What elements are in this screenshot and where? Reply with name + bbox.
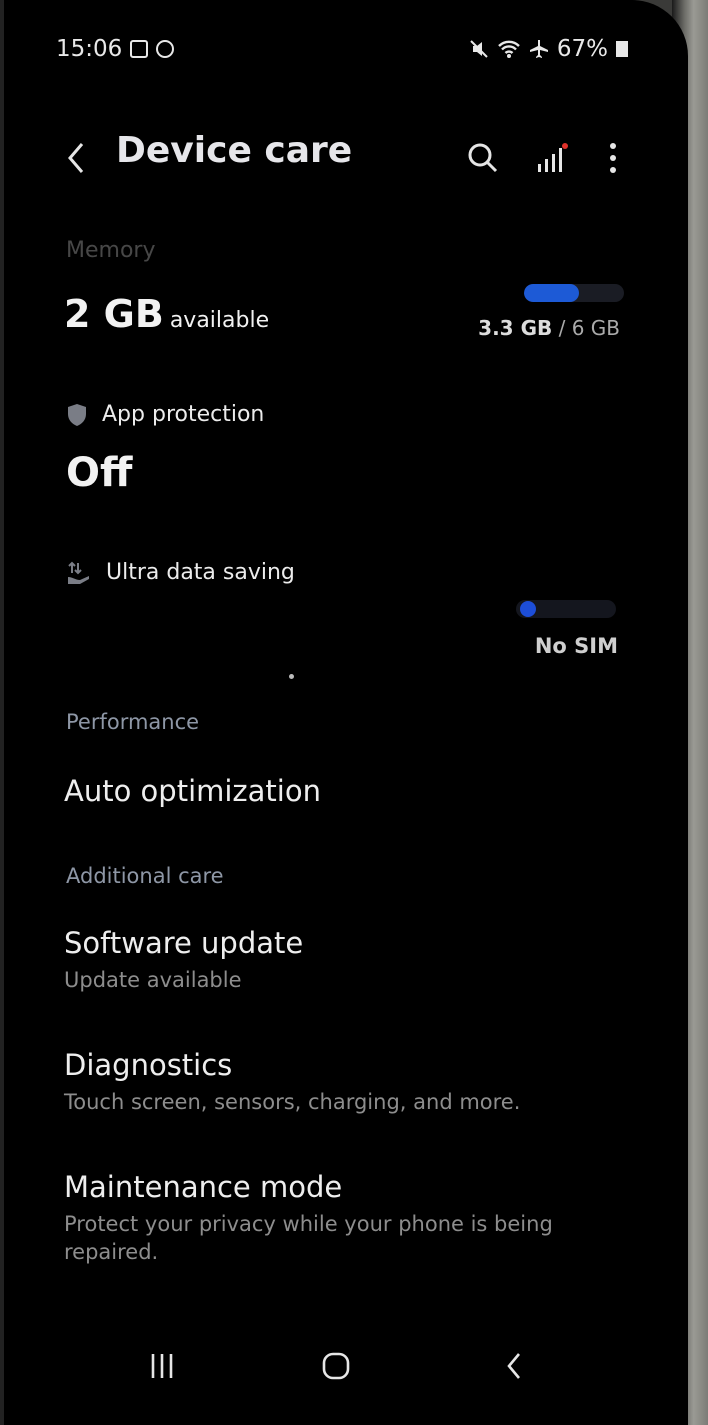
memory-total: 6 GB — [571, 316, 620, 340]
page-title: Device care — [116, 130, 353, 171]
memory-available-value: 2 GB — [64, 292, 164, 336]
signal-button[interactable] — [526, 132, 576, 184]
maintenance-mode-title: Maintenance mode — [64, 1170, 343, 1204]
memory-usage-bar — [524, 284, 624, 302]
search-icon — [468, 143, 498, 173]
memory-usage-text: 3.3 GB / 6 GB — [478, 316, 620, 340]
recents-icon — [151, 1354, 173, 1378]
back-icon — [507, 1353, 520, 1379]
data-saving-dot — [520, 601, 536, 617]
software-update-title: Software update — [64, 926, 304, 960]
more-options-button[interactable] — [588, 132, 638, 184]
memory-usage-fill — [524, 284, 579, 302]
navigation-bar — [4, 1332, 688, 1402]
data-saving-bar — [516, 600, 616, 618]
software-update-item[interactable]: Software update Update available — [64, 926, 303, 994]
nav-back-button[interactable] — [492, 1340, 536, 1392]
recents-button[interactable] — [140, 1340, 184, 1392]
app-protection-label: App protection — [102, 402, 265, 427]
wifi-icon — [498, 40, 520, 58]
sim-status: No SIM — [534, 634, 618, 658]
circle-notification-icon — [156, 40, 175, 58]
battery-percent: 67% — [556, 36, 608, 62]
status-time: 15:06 — [56, 36, 123, 62]
maintenance-mode-subtitle: Protect your privacy while your phone is… — [64, 1212, 553, 1265]
additional-care-header: Additional care — [66, 864, 224, 888]
memory-used: 3.3 GB — [478, 316, 553, 340]
performance-header: Performance — [66, 710, 200, 734]
auto-optimization-title: Auto optimization — [64, 774, 321, 808]
app-protection-card[interactable]: App protection — [66, 402, 264, 427]
home-button[interactable] — [314, 1340, 358, 1392]
app-bar: Device care — [4, 122, 688, 186]
diagnostics-item[interactable]: Diagnostics Touch screen, sensors, charg… — [64, 1048, 520, 1116]
home-icon — [322, 1352, 350, 1380]
maintenance-mode-item[interactable]: Maintenance mode Protect your privacy wh… — [64, 1170, 564, 1267]
status-bar: 15:06 67% — [56, 36, 628, 66]
mute-icon — [470, 40, 488, 58]
search-button[interactable] — [458, 132, 508, 184]
back-icon — [68, 143, 84, 173]
diagnostics-title: Diagnostics — [64, 1048, 233, 1082]
phone-screen: 15:06 67% Device care Memory 2 GBavaila — [4, 0, 688, 1425]
page-indicator — [289, 674, 294, 679]
more-vert-icon — [610, 143, 616, 173]
data-saving-icon — [68, 561, 89, 584]
app-protection-status: Off — [66, 450, 133, 496]
software-update-subtitle: Update available — [64, 968, 242, 992]
signal-icon — [538, 143, 568, 172]
shield-icon — [68, 403, 86, 426]
diagnostics-subtitle: Touch screen, sensors, charging, and mor… — [64, 1090, 521, 1114]
auto-optimization-item[interactable]: Auto optimization — [64, 774, 321, 808]
ultra-data-saving-label: Ultra data saving — [106, 560, 295, 585]
battery-icon — [616, 41, 628, 57]
back-button[interactable] — [56, 132, 96, 184]
memory-available[interactable]: 2 GB available — [64, 292, 269, 336]
airplane-icon — [529, 40, 548, 58]
ultra-data-saving-card[interactable]: Ultra data saving — [66, 560, 295, 585]
memory-available-suffix: available — [169, 308, 270, 333]
memory-label: Memory — [66, 238, 156, 263]
gallery-notification-icon — [130, 40, 149, 58]
